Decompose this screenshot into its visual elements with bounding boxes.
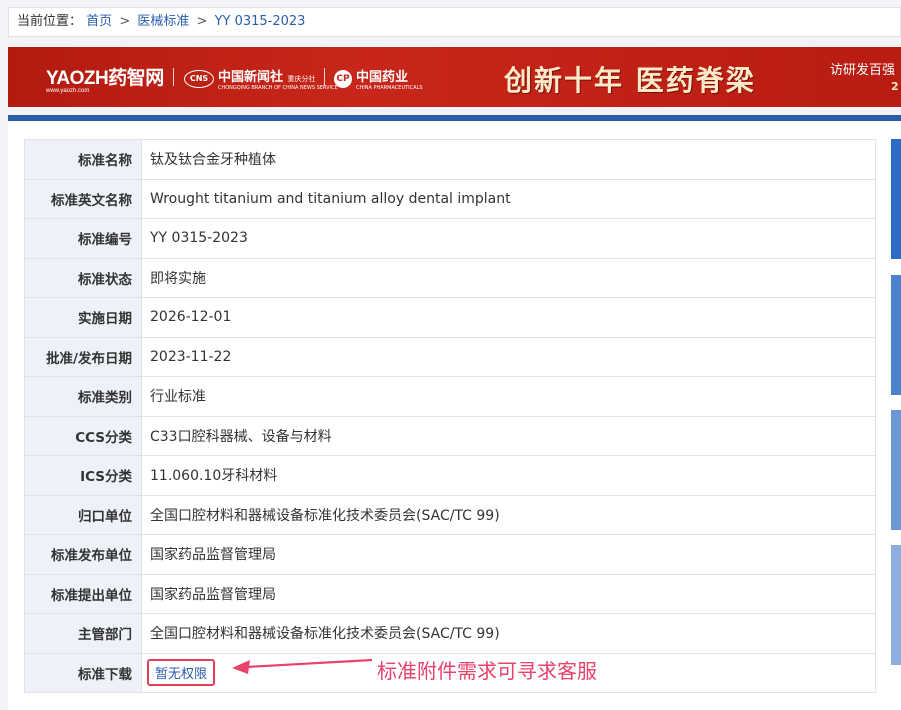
table-row: 标准编号 YY 0315-2023	[24, 218, 876, 259]
banner-slogan: 创新十年 医药脊梁	[504, 64, 756, 97]
annotation-text: 标准附件需求可寻求客服	[377, 659, 597, 683]
field-label: ICS分类	[24, 455, 142, 496]
cns-logo-en: CHONGQING BRANCH OF CHINA NEWS SERVICE	[218, 85, 338, 91]
field-label: 实施日期	[24, 297, 142, 338]
field-value: 11.060.10牙科材料	[141, 455, 876, 496]
field-label: CCS分类	[24, 415, 142, 456]
field-value: 钛及钛合金牙种植体	[141, 139, 876, 180]
table-row: 标准发布单位 国家药品监督管理局	[24, 534, 876, 575]
banner-subtitle-2: 2	[891, 80, 899, 93]
banner-subtitle: 访研发百强	[830, 63, 896, 78]
table-row: ICS分类 11.060.10牙科材料	[24, 455, 876, 496]
side-column-strip	[891, 545, 901, 665]
table-row: 主管部门 全国口腔材料和器械设备标准化技术委员会(SAC/TC 99)	[24, 613, 876, 654]
field-value: 国家药品监督管理局	[141, 534, 876, 575]
promo-banner[interactable]: YAOZH药智网 www.yaozh.com CNS 中国新闻社 重庆分社 CH…	[8, 47, 901, 107]
cns-badge-icon: CNS	[184, 69, 214, 88]
download-permission-link[interactable]: 暂无权限	[147, 659, 216, 687]
page: 当前位置： 首页 > 医械标准 > YY 0315-2023 YAOZH药智网 …	[0, 0, 901, 710]
banner-divider	[173, 68, 174, 86]
yaozh-logo: YAOZH药智网 www.yaozh.com	[46, 63, 164, 94]
field-value: 即将实施	[141, 257, 876, 298]
field-label: 主管部门	[24, 613, 142, 654]
cns-logo-text: 中国新闻社	[218, 70, 284, 85]
china-pharma-logo: CP 中国药业 CHINA PHARMACEUTICALS	[334, 66, 423, 91]
breadcrumb-home-link[interactable]: 首页	[86, 14, 112, 29]
field-label: 标准英文名称	[24, 178, 142, 219]
breadcrumb-separator: >	[119, 14, 131, 29]
table-row: 标准名称 钛及钛合金牙种植体	[24, 139, 876, 180]
breadcrumb-current-link[interactable]: YY 0315-2023	[215, 14, 306, 29]
field-label: 批准/发布日期	[24, 336, 142, 377]
side-column-strip	[891, 275, 901, 395]
field-value: 全国口腔材料和器械设备标准化技术委员会(SAC/TC 99)	[141, 494, 876, 535]
field-value: 行业标准	[141, 376, 876, 417]
side-column-strip	[891, 139, 901, 259]
annotation-arrow-icon	[232, 658, 373, 674]
breadcrumb-category-link[interactable]: 医械标准	[137, 14, 189, 29]
field-label: 标准类别	[24, 376, 142, 417]
cns-logo: CNS 中国新闻社 重庆分社 CHONGQING BRANCH OF CHINA…	[184, 66, 338, 91]
cp-logo-text: 中国药业	[356, 70, 409, 85]
cp-logo-en: CHINA PHARMACEUTICALS	[356, 85, 423, 91]
field-label: 标准提出单位	[24, 573, 142, 614]
field-value: YY 0315-2023	[141, 218, 876, 259]
table-row: 标准类别 行业标准	[24, 376, 876, 417]
field-value: Wrought titanium and titanium alloy dent…	[141, 178, 876, 219]
side-column-strip	[891, 410, 901, 530]
table-row: 标准状态 即将实施	[24, 257, 876, 298]
table-row: 标准英文名称 Wrought titanium and titanium allo…	[24, 178, 876, 219]
table-row: 归口单位 全国口腔材料和器械设备标准化技术委员会(SAC/TC 99)	[24, 494, 876, 535]
field-label: 标准编号	[24, 218, 142, 259]
cns-branch-text: 重庆分社	[287, 75, 316, 83]
breadcrumb: 当前位置： 首页 > 医械标准 > YY 0315-2023	[8, 7, 901, 37]
yaozh-logo-text: YAOZH药智网	[46, 68, 164, 89]
table-row: 批准/发布日期 2023-11-22	[24, 336, 876, 377]
breadcrumb-prefix: 当前位置：	[17, 14, 83, 29]
table-row: CCS分类 C33口腔科器械、设备与材料	[24, 415, 876, 456]
field-label: 标准名称	[24, 139, 142, 180]
field-label: 标准下载	[24, 652, 142, 693]
field-value: 2023-11-22	[141, 336, 876, 377]
field-value: C33口腔科器械、设备与材料	[141, 415, 876, 456]
table-row: 标准提出单位 国家药品监督管理局	[24, 573, 876, 614]
cp-badge-icon: CP	[334, 69, 352, 88]
breadcrumb-separator: >	[196, 14, 208, 29]
field-label: 标准发布单位	[24, 534, 142, 575]
field-label: 归口单位	[24, 494, 142, 535]
field-label: 标准状态	[24, 257, 142, 298]
field-value: 国家药品监督管理局	[141, 573, 876, 614]
banner-divider	[324, 68, 325, 86]
field-value: 全国口腔材料和器械设备标准化技术委员会(SAC/TC 99)	[141, 613, 876, 654]
standard-info-table: 标准名称 钛及钛合金牙种植体 标准英文名称 Wrought titanium and …	[24, 139, 876, 693]
field-value: 2026-12-01	[141, 297, 876, 338]
table-row: 实施日期 2026-12-01	[24, 297, 876, 338]
